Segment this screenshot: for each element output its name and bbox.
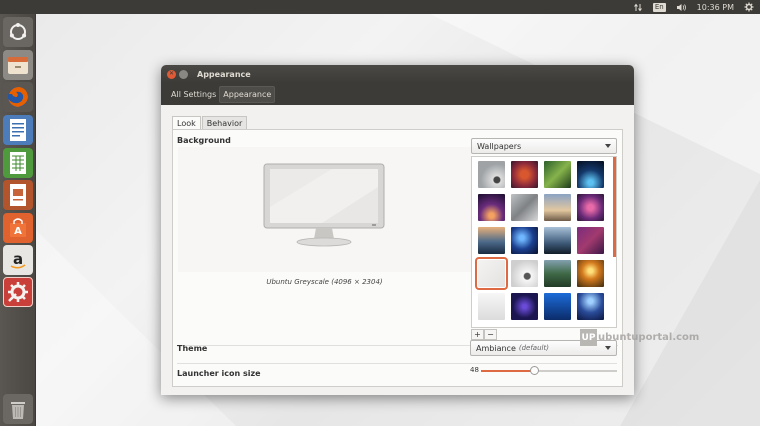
wallpaper-thumbnail[interactable] bbox=[544, 227, 571, 254]
wallpaper-thumbnail[interactable] bbox=[577, 260, 604, 287]
theme-label: Theme bbox=[177, 344, 208, 353]
presentation-icon bbox=[10, 184, 26, 206]
files-button[interactable] bbox=[3, 50, 33, 80]
appearance-breadcrumb[interactable]: Appearance bbox=[219, 85, 276, 103]
wallpaper-thumbnail[interactable] bbox=[544, 293, 571, 320]
remove-wallpaper-button[interactable]: − bbox=[484, 329, 497, 340]
theme-value: Ambiance bbox=[476, 343, 516, 353]
document-icon bbox=[10, 119, 26, 141]
wallpaper-thumbnail[interactable] bbox=[544, 194, 571, 221]
divider bbox=[177, 363, 617, 364]
chevron-down-icon bbox=[605, 144, 611, 148]
dash-button[interactable] bbox=[3, 17, 33, 47]
wallpaper-thumbnail-selected[interactable] bbox=[475, 257, 508, 290]
wallpaper-source-combo[interactable]: Wallpapers bbox=[471, 138, 617, 154]
wallpaper-source-value: Wallpapers bbox=[477, 141, 522, 151]
close-button[interactable]: ✕ bbox=[167, 69, 176, 79]
watermark-text: ubuntuportal.com bbox=[598, 332, 700, 343]
ubuntu-logo-icon bbox=[9, 23, 27, 40]
amazon-button[interactable]: a bbox=[3, 245, 33, 275]
wallpaper-caption: Ubuntu Greyscale (4096 × 2304) bbox=[266, 278, 383, 286]
launcher-icon-size-slider[interactable] bbox=[481, 366, 617, 375]
calc-button[interactable] bbox=[3, 148, 33, 178]
session-indicator[interactable] bbox=[744, 0, 754, 14]
wallpaper-thumbnail[interactable] bbox=[544, 260, 571, 287]
desktop-facet bbox=[620, 180, 760, 426]
writer-button[interactable] bbox=[3, 115, 33, 145]
launcher-icon-size-label: Launcher icon size bbox=[177, 369, 261, 378]
sound-indicator[interactable] bbox=[676, 0, 687, 14]
amazon-icon: a bbox=[10, 250, 26, 269]
svg-text:A: A bbox=[14, 226, 22, 237]
wallpaper-thumbnail[interactable] bbox=[577, 161, 604, 188]
launcher: A a bbox=[0, 14, 36, 426]
appearance-window: ✕ Appearance All Settings Appearance Loo… bbox=[161, 65, 634, 395]
wallpaper-thumbnail[interactable] bbox=[577, 293, 604, 320]
chevron-down-icon bbox=[605, 346, 611, 350]
wallpaper-thumbnail[interactable] bbox=[478, 293, 505, 320]
tab-look[interactable]: Look bbox=[172, 116, 201, 130]
spreadsheet-icon bbox=[10, 152, 26, 174]
wallpaper-scrollbar[interactable] bbox=[613, 157, 616, 257]
keyboard-layout-label: En bbox=[652, 2, 666, 12]
wallpaper-thumbnail[interactable] bbox=[511, 260, 538, 287]
network-indicator[interactable] bbox=[633, 0, 643, 14]
trash-button[interactable] bbox=[3, 394, 33, 424]
wallpaper-thumbnail[interactable] bbox=[511, 293, 538, 320]
trash-icon bbox=[11, 402, 25, 419]
firefox-button[interactable] bbox=[3, 82, 33, 112]
wallpaper-thumbnail[interactable] bbox=[478, 161, 505, 188]
wallpaper-thumbnail[interactable] bbox=[577, 194, 604, 221]
wallpaper-thumbnail[interactable] bbox=[511, 161, 538, 188]
clock[interactable]: 10:36 PM bbox=[697, 0, 734, 14]
top-panel: En 10:36 PM bbox=[0, 0, 760, 14]
firefox-icon bbox=[8, 87, 28, 107]
all-settings-button[interactable]: All Settings bbox=[168, 87, 219, 102]
wallpaper-toolbar: + − bbox=[471, 329, 497, 340]
wallpaper-thumbnail[interactable] bbox=[511, 227, 538, 254]
close-icon: ✕ bbox=[168, 70, 175, 77]
impress-button[interactable] bbox=[3, 180, 33, 210]
wallpaper-thumbnail[interactable] bbox=[478, 227, 505, 254]
tab-bar: Look Behavior bbox=[172, 116, 248, 130]
slider-knob[interactable] bbox=[530, 366, 540, 375]
settings-gears-icon bbox=[8, 282, 28, 302]
wallpaper-thumbnail[interactable] bbox=[511, 194, 538, 221]
wallpaper-grid[interactable] bbox=[471, 156, 617, 328]
breadcrumb: All Settings Appearance bbox=[161, 83, 634, 105]
tab-behavior[interactable]: Behavior bbox=[201, 116, 248, 130]
title-bar[interactable]: ✕ Appearance bbox=[161, 65, 634, 83]
keyboard-indicator[interactable]: En bbox=[652, 0, 666, 14]
wallpaper-thumbnail[interactable] bbox=[478, 194, 505, 221]
system-settings-button[interactable] bbox=[3, 277, 33, 307]
window-title: Appearance bbox=[197, 69, 251, 79]
background-label: Background bbox=[177, 136, 231, 145]
svg-text:a: a bbox=[13, 250, 23, 268]
theme-value-note: (default) bbox=[518, 344, 549, 352]
software-center-button[interactable]: A bbox=[3, 213, 33, 243]
launcher-icon-size-value: 48 bbox=[470, 366, 479, 374]
watermark: UP ubuntuportal.com bbox=[580, 329, 699, 346]
file-cabinet-icon bbox=[8, 57, 28, 74]
speaker-icon bbox=[676, 3, 686, 11]
wallpaper-thumbnail[interactable] bbox=[544, 161, 571, 188]
transfer-arrows-icon bbox=[633, 3, 642, 11]
shopping-bag-icon: A bbox=[10, 218, 26, 237]
minimize-button[interactable] bbox=[179, 69, 188, 79]
monitor-icon bbox=[263, 163, 385, 247]
wallpaper-thumbnail[interactable] bbox=[577, 227, 604, 254]
gear-icon bbox=[744, 2, 754, 12]
add-wallpaper-button[interactable]: + bbox=[471, 329, 484, 340]
watermark-badge: UP bbox=[580, 329, 597, 346]
background-preview bbox=[178, 147, 471, 272]
slider-fill bbox=[481, 370, 535, 372]
